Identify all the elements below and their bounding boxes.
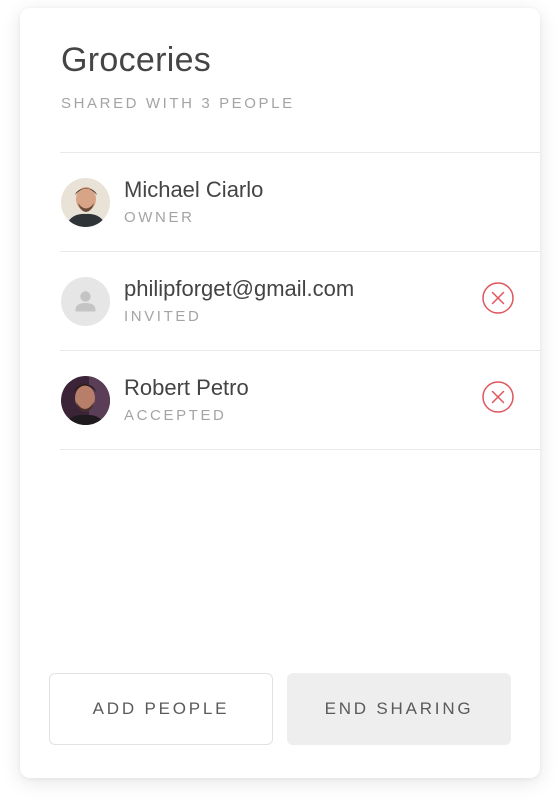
person-status: OWNER <box>124 209 195 226</box>
person-status: INVITED <box>124 308 202 325</box>
people-list: Michael Ciarlo OWNER philipforget@gmail.… <box>60 152 540 450</box>
close-circle-icon <box>482 282 514 314</box>
remove-person-button[interactable] <box>481 380 515 414</box>
page-title: Groceries <box>61 41 212 79</box>
person-name: Michael Ciarlo <box>124 177 264 202</box>
add-people-button[interactable]: ADD PEOPLE <box>49 673 273 745</box>
avatar <box>61 376 110 425</box>
placeholder-person-icon <box>61 277 110 326</box>
list-item: philipforget@gmail.com INVITED <box>60 252 540 351</box>
avatar <box>61 178 110 227</box>
sharing-card: Groceries SHARED WITH 3 PEOPLE Michael C… <box>20 8 540 778</box>
end-sharing-button[interactable]: END SHARING <box>287 673 511 745</box>
close-circle-icon <box>482 381 514 413</box>
list-item: Michael Ciarlo OWNER <box>60 153 540 252</box>
person-status: ACCEPTED <box>124 407 227 424</box>
remove-person-button[interactable] <box>481 281 515 315</box>
shared-count-subtitle: SHARED WITH 3 PEOPLE <box>61 95 295 112</box>
person-name: philipforget@gmail.com <box>124 276 355 301</box>
person-name: Robert Petro <box>124 375 249 400</box>
list-item: Robert Petro ACCEPTED <box>60 351 540 450</box>
